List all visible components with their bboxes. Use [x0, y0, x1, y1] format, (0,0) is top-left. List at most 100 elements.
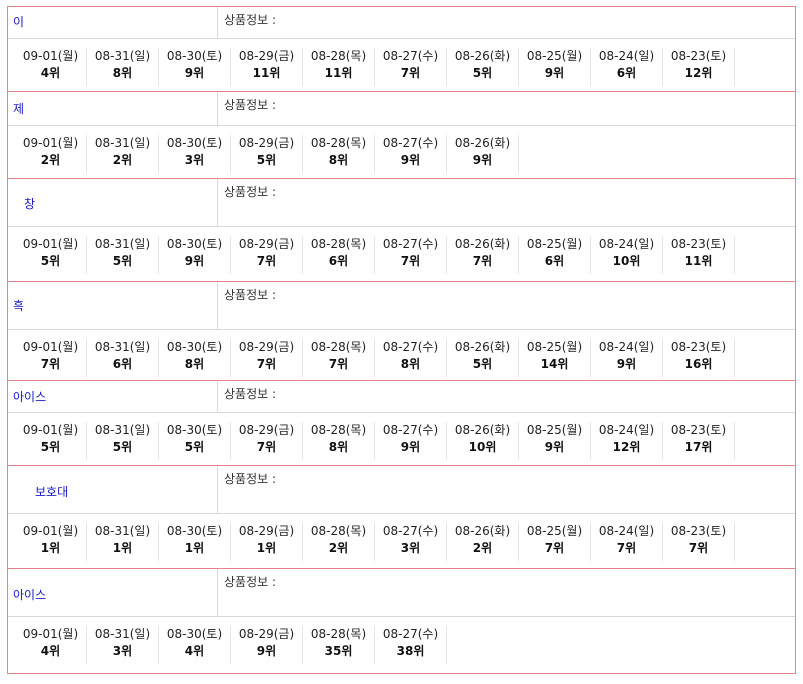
product-info-cell: 상품정보 :: [218, 7, 795, 38]
rank-cell: 08-30(토) 3위: [159, 135, 231, 173]
rank-value: 4위: [184, 644, 205, 658]
rank-value: 9위: [544, 66, 565, 80]
rank-value: 8위: [112, 66, 133, 80]
rank-value: 6위: [616, 66, 637, 80]
product-name-link[interactable]: 보호대: [35, 485, 68, 499]
rank-date: 08-31(일): [94, 423, 151, 437]
rank-date: 08-24(일): [598, 423, 655, 437]
rank-value: 6위: [544, 254, 565, 268]
rank-date: 09-01(월): [22, 627, 79, 641]
rank-date: 08-29(금): [238, 136, 295, 150]
rank-date: 08-27(수): [382, 340, 439, 354]
product-name-link[interactable]: 이: [13, 15, 24, 29]
rank-date: 08-24(일): [598, 49, 655, 63]
rank-history: 09-01(월) 7위 08-31(일) 6위 08-30(토) 8위 08-29(금) 7위…: [8, 330, 795, 380]
rank-value: 7위: [544, 541, 565, 555]
rank-value: 5위: [40, 254, 61, 268]
rank-value: 9위: [400, 153, 421, 167]
rank-date: 08-29(금): [238, 237, 295, 251]
rank-value: 38위: [396, 644, 425, 658]
rank-cell: 08-25(월) 6위: [519, 236, 591, 274]
product-info-cell: 상품정보 :: [218, 381, 795, 412]
rank-cell: 08-28(목) 2위: [303, 523, 375, 561]
rank-date: 08-23(토): [670, 237, 727, 251]
rank-cell: 08-31(일) 1위: [87, 523, 159, 561]
rank-value: 10위: [468, 440, 497, 454]
rank-date: 08-28(목): [310, 340, 367, 354]
product-name-link[interactable]: 아이스: [13, 390, 46, 404]
product-name-link[interactable]: 아이스: [13, 588, 46, 602]
rank-value: 8위: [328, 440, 349, 454]
rank-cell: 08-29(금) 5위: [231, 135, 303, 173]
rank-date: 08-30(토): [166, 524, 223, 538]
rank-value: 11위: [252, 66, 281, 80]
rank-cell: 08-28(목) 8위: [303, 135, 375, 173]
rank-date: 08-27(수): [382, 136, 439, 150]
rank-cell: 08-24(일) 6위: [591, 48, 663, 86]
rank-cell: 08-31(일) 6위: [87, 339, 159, 377]
rank-value: 8위: [400, 357, 421, 371]
rank-date: 09-01(월): [22, 524, 79, 538]
product-header: 아이스 상품정보 :: [8, 569, 795, 617]
rank-cell: 08-30(토) 9위: [159, 48, 231, 86]
rank-cell: 08-30(토) 1위: [159, 523, 231, 561]
rank-value: 5위: [472, 357, 493, 371]
rank-cell: 09-01(월) 7위: [15, 339, 87, 377]
rank-cell: 08-23(토) 17위: [663, 422, 735, 460]
rank-cell: 08-27(수) 8위: [375, 339, 447, 377]
rank-date: 08-24(일): [598, 340, 655, 354]
rank-cell: 08-31(일) 2위: [87, 135, 159, 173]
rank-value: 9위: [400, 440, 421, 454]
rank-date: 08-30(토): [166, 237, 223, 251]
rank-cell: 08-26(화) 5위: [447, 48, 519, 86]
product-card: 보호대 상품정보 :09-01(월) 1위 08-31(일) 1위 08-30(토) 1위 0…: [7, 465, 796, 568]
product-header: 창 상품정보 :: [8, 179, 795, 227]
rank-date: 08-25(월): [526, 49, 583, 63]
product-card: 아이스 상품정보 :09-01(월) 4위 08-31(일) 3위 08-30(토) 4위 0…: [7, 568, 796, 674]
product-name-cell: 창: [8, 179, 218, 226]
rank-cell: 09-01(월) 1위: [15, 523, 87, 561]
rank-value: 11위: [684, 254, 713, 268]
rank-cell: 08-25(월) 14위: [519, 339, 591, 377]
rank-value: 12위: [612, 440, 641, 454]
rank-date: 08-31(일): [94, 627, 151, 641]
rank-cell: 08-27(수) 9위: [375, 135, 447, 173]
rank-value: 1위: [256, 541, 277, 555]
rank-date: 08-27(수): [382, 627, 439, 641]
rank-value: 9위: [256, 644, 277, 658]
rank-value: 2위: [112, 153, 133, 167]
rank-date: 08-23(토): [670, 49, 727, 63]
rank-value: 14위: [540, 357, 569, 371]
rank-value: 1위: [112, 541, 133, 555]
rank-date: 08-29(금): [238, 627, 295, 641]
rank-value: 2위: [40, 153, 61, 167]
rank-date: 08-30(토): [166, 627, 223, 641]
rank-cell: 09-01(월) 4위: [15, 48, 87, 86]
product-name-link[interactable]: 창: [24, 197, 35, 211]
rank-cell: 08-27(수) 38위: [375, 626, 447, 664]
rank-cell: 08-30(토) 5위: [159, 422, 231, 460]
product-name-cell: 흑: [8, 282, 218, 329]
product-name-link[interactable]: 제: [13, 102, 24, 116]
product-info-label: 상품정보 :: [224, 98, 277, 112]
product-name-cell: 보호대: [8, 466, 218, 513]
rank-cell: 08-26(화) 9위: [447, 135, 519, 173]
rank-date: 08-24(일): [598, 237, 655, 251]
product-info-cell: 상품정보 :: [218, 466, 795, 513]
rank-date: 08-28(목): [310, 524, 367, 538]
rank-date: 09-01(월): [22, 237, 79, 251]
rank-cell: 09-01(월) 5위: [15, 236, 87, 274]
rank-value: 7위: [688, 541, 709, 555]
rank-date: 08-30(토): [166, 423, 223, 437]
rank-cell: 08-30(토) 4위: [159, 626, 231, 664]
rank-cell: 08-29(금) 7위: [231, 422, 303, 460]
rank-value: 2위: [472, 541, 493, 555]
rank-cell: 09-01(월) 5위: [15, 422, 87, 460]
rank-date: 08-25(월): [526, 340, 583, 354]
rank-cell: 08-28(목) 35위: [303, 626, 375, 664]
rank-value: 8위: [184, 357, 205, 371]
rank-value: 6위: [112, 357, 133, 371]
product-name-link[interactable]: 흑: [13, 299, 24, 313]
rank-date: 08-29(금): [238, 423, 295, 437]
rank-cell: 08-29(금) 7위: [231, 236, 303, 274]
